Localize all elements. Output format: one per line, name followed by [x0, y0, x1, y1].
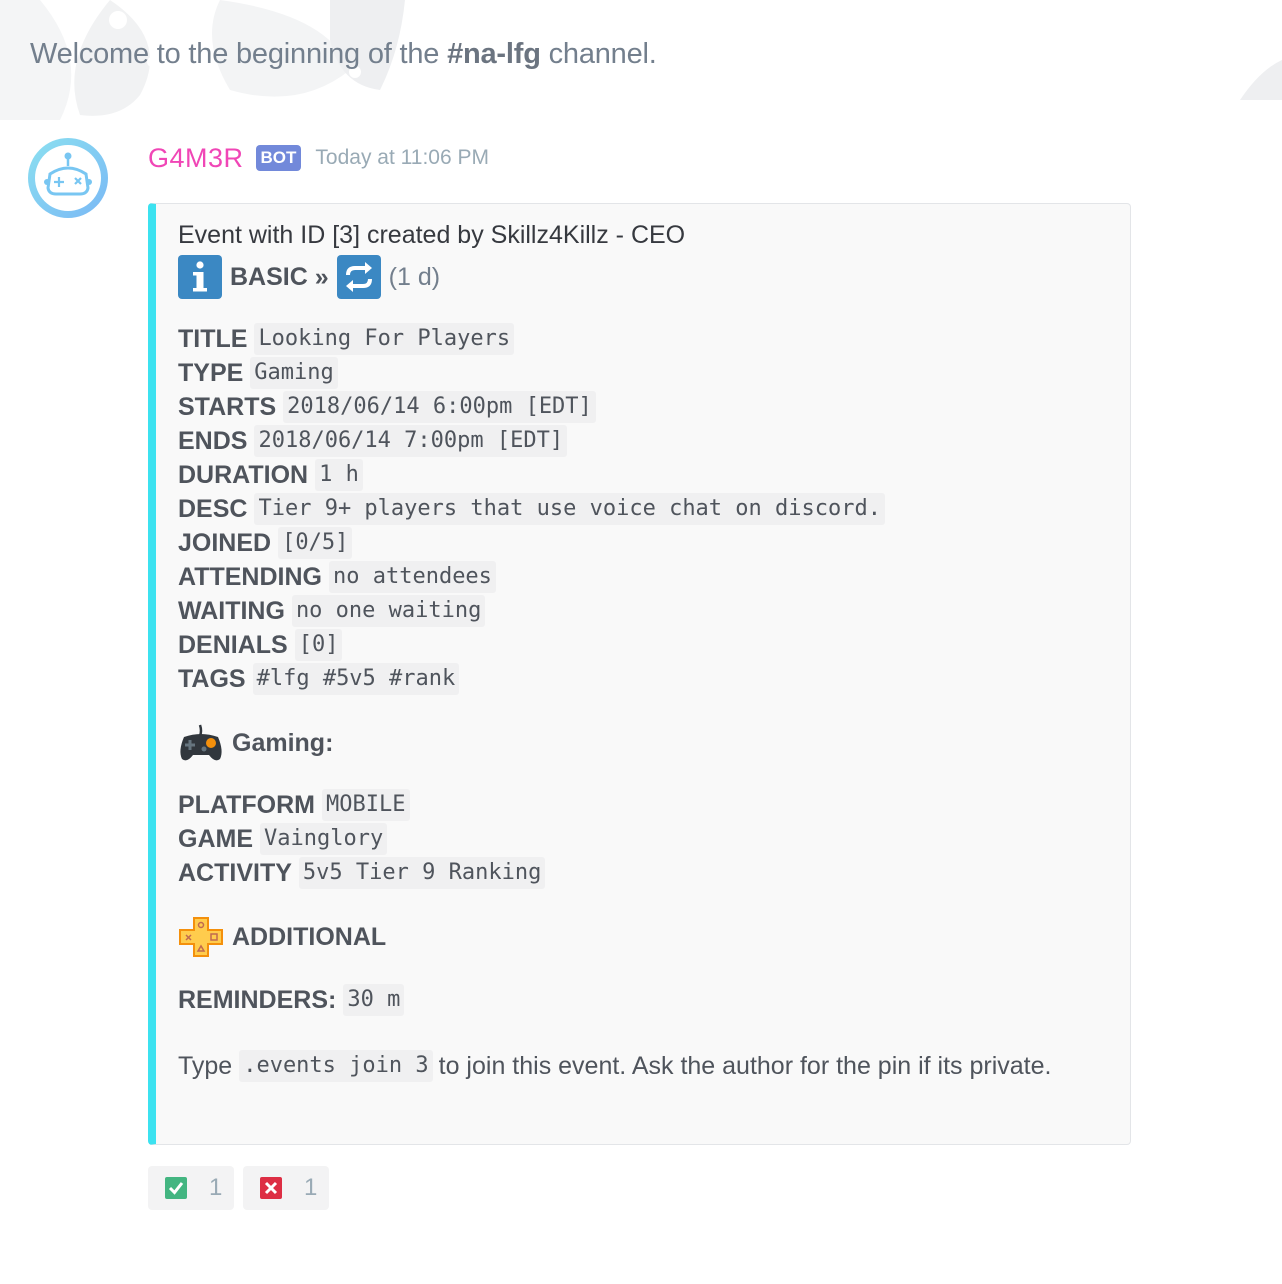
- field-title: TITLE Looking For Players: [178, 322, 1120, 356]
- field-denials: DENIALS [0]: [178, 628, 1120, 662]
- field-value: 30 m: [343, 984, 405, 1016]
- welcome-suffix: channel.: [540, 38, 657, 70]
- field-game: GAME Vainglory: [178, 822, 1120, 856]
- event-embed: Event with ID [3] created by Skillz4Kill…: [148, 203, 1131, 1145]
- field-value: MOBILE: [322, 789, 410, 821]
- field-waiting: WAITING no one waiting: [178, 594, 1120, 628]
- reaction-accept[interactable]: 1: [148, 1166, 234, 1210]
- field-value: no one waiting: [291, 595, 486, 627]
- reaction-count: 1: [304, 1174, 318, 1201]
- channel-welcome-text: Welcome to the beginning of the #na-lfg …: [30, 38, 657, 71]
- field-key: ATTENDING: [178, 563, 322, 591]
- footer-prefix: Type: [178, 1051, 233, 1080]
- duration-note: (1 d): [388, 262, 441, 291]
- gaming-title: Gaming:: [232, 728, 334, 757]
- bot-tag: BOT: [255, 145, 302, 171]
- field-key: TYPE: [178, 359, 244, 387]
- information-icon: [178, 255, 222, 299]
- welcome-prefix: Welcome to the beginning of the: [30, 38, 448, 70]
- reaction-deny[interactable]: 1: [243, 1166, 329, 1210]
- embed-author: Event with ID [3] created by Skillz4Kill…: [178, 221, 686, 249]
- field-key: DURATION: [178, 461, 309, 489]
- check-mark-icon: [165, 1177, 187, 1199]
- repeat-icon: [336, 255, 381, 299]
- additional-section-header: ADDITIONAL: [178, 912, 1120, 962]
- cross-mark-icon: [260, 1177, 282, 1199]
- field-type: TYPE Gaming: [178, 356, 1120, 390]
- gaming-section-header: Gaming:: [178, 718, 1120, 768]
- video-game-controller-icon: [180, 724, 222, 761]
- field-key: ENDS: [178, 427, 248, 455]
- avatar[interactable]: [28, 138, 108, 218]
- field-key: STARTS: [178, 393, 277, 421]
- reactions-bar: 1 1: [148, 1166, 329, 1210]
- field-ends: ENDS 2018/06/14 7:00pm [EDT]: [178, 424, 1120, 458]
- additional-title: ADDITIONAL: [232, 922, 387, 951]
- message-timestamp[interactable]: Today at 11:06 PM: [315, 146, 489, 170]
- field-key: REMINDERS:: [178, 986, 337, 1014]
- reaction-count: 1: [209, 1174, 223, 1201]
- field-joined: JOINED [0/5]: [178, 526, 1120, 560]
- playstation-plus-icon: [179, 917, 223, 957]
- join-instructions: Type .events join 3 to join this event. As…: [178, 1048, 1120, 1084]
- field-tags: TAGS #lfg #5v5 #rank: [178, 662, 1120, 696]
- field-value: Looking For Players: [254, 323, 515, 355]
- robot-gamepad-icon: [44, 152, 92, 196]
- gaming-fields: PLATFORM MOBILE GAME Vainglory ACTIVITY 5v5…: [178, 788, 1120, 890]
- channel-name[interactable]: #na-lfg: [447, 38, 541, 70]
- field-value: [0/5]: [278, 527, 353, 559]
- field-desc: DESC Tier 9+ players that use voice chat …: [178, 492, 1120, 526]
- field-value: 2018/06/14 7:00pm [EDT]: [254, 425, 568, 457]
- field-duration: DURATION 1 h: [178, 458, 1120, 492]
- basic-line: BASIC » (1 d): [178, 252, 1120, 302]
- field-value: [0]: [294, 629, 343, 661]
- field-value: Gaming: [250, 357, 338, 389]
- basic-label: BASIC »: [230, 262, 329, 291]
- field-key: PLATFORM: [178, 791, 316, 819]
- field-attending: ATTENDING no attendees: [178, 560, 1120, 594]
- field-value: #lfg #5v5 #rank: [252, 663, 460, 695]
- field-key: TAGS: [178, 665, 246, 693]
- field-key: WAITING: [178, 597, 285, 625]
- field-value: Vainglory: [260, 823, 388, 855]
- username[interactable]: G4M3R: [148, 143, 244, 174]
- field-value: 1 h: [315, 459, 363, 491]
- field-activity: ACTIVITY 5v5 Tier 9 Ranking: [178, 856, 1120, 890]
- field-key: TITLE: [178, 325, 248, 353]
- field-key: DESC: [178, 495, 248, 523]
- message-header: G4M3R BOT Today at 11:06 PM: [148, 142, 489, 174]
- join-command: .events join 3: [239, 1050, 433, 1082]
- field-value: no attendees: [328, 561, 496, 593]
- field-reminders: REMINDERS: 30 m: [178, 982, 1120, 1018]
- field-key: GAME: [178, 825, 253, 853]
- field-platform: PLATFORM MOBILE: [178, 788, 1120, 822]
- field-key: JOINED: [178, 529, 272, 557]
- footer-suffix: to join this event. Ask the author for t…: [438, 1051, 1052, 1080]
- field-value: 2018/06/14 6:00pm [EDT]: [283, 391, 596, 423]
- event-fields: TITLE Looking For Players TYPE Gaming STAR…: [178, 322, 1120, 696]
- field-key: DENIALS: [178, 631, 288, 659]
- field-value: 5v5 Tier 9 Ranking: [298, 857, 546, 889]
- field-starts: STARTS 2018/06/14 6:00pm [EDT]: [178, 390, 1120, 424]
- field-key: ACTIVITY: [178, 859, 292, 887]
- field-value: Tier 9+ players that use voice chat on d…: [254, 493, 885, 525]
